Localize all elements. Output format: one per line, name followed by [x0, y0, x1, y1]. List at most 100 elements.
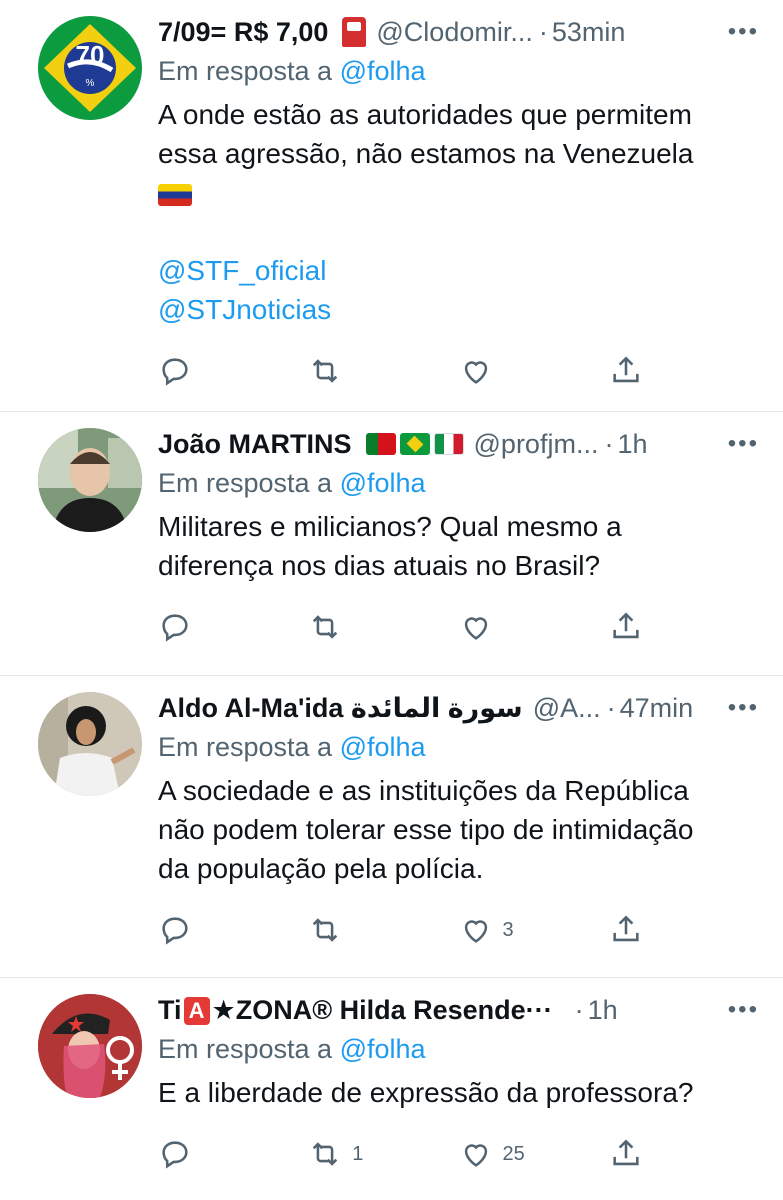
author-name[interactable]: Ti A ★ZONA® Hilda Resende···: [158, 995, 553, 1026]
separator-dot: ·: [574, 994, 584, 1025]
like-count: 3: [502, 918, 514, 941]
reply-button[interactable]: [158, 913, 308, 947]
author-name-suffix: ★ZONA® Hilda Resende: [211, 994, 526, 1025]
like-icon: [464, 920, 487, 943]
tweet-text: E a liberdade de expressão da professora…: [158, 1073, 759, 1112]
name-ellipsis: ···: [525, 994, 553, 1025]
author-name[interactable]: João MARTINS: [158, 429, 352, 460]
tweet-text-line: essa agressão, não estamos na Venezuela: [158, 138, 694, 169]
avatar[interactable]: 70 %: [38, 16, 142, 120]
retweet-button[interactable]: [308, 610, 458, 644]
tweet-actions: [158, 595, 759, 659]
share-icon: [613, 356, 639, 383]
retweet-icon: [313, 1142, 338, 1166]
like-button[interactable]: 25: [459, 1137, 609, 1171]
tweet-text-line: diferença nos dias atuais no Brasil?: [158, 550, 601, 581]
reply-prefix: Em resposta a: [158, 1034, 333, 1064]
tweet-text-line: Militares e milicianos? Qual mesmo a: [158, 511, 622, 542]
retweet-button[interactable]: [308, 354, 458, 388]
tweet-text: A onde estão as autoridades que permitem…: [158, 95, 759, 329]
reply-button[interactable]: [158, 354, 308, 388]
author-name-prefix: Ti: [158, 994, 182, 1025]
like-icon: [464, 617, 487, 640]
mention-link[interactable]: @STJnoticias: [158, 290, 759, 329]
reply-prefix: Em resposta a: [158, 56, 333, 86]
like-button[interactable]: 3: [459, 913, 609, 947]
retweet-icon: [313, 615, 338, 639]
separator-dot: ·: [538, 16, 548, 47]
share-icon: [613, 1139, 639, 1166]
red-a-badge-icon: A: [183, 997, 210, 1026]
like-icon: [464, 1144, 487, 1167]
svg-text:70: 70: [76, 40, 105, 70]
share-button[interactable]: [609, 354, 759, 388]
tweet-text: A sociedade e as instituições da Repúbli…: [158, 771, 759, 888]
reply-button[interactable]: [158, 610, 308, 644]
svg-text:%: %: [86, 78, 95, 89]
more-options-icon[interactable]: •••: [714, 694, 759, 722]
tweet[interactable]: João MARTINS @profjm... · 1h ••• Em resp…: [0, 412, 783, 676]
avatar[interactable]: [38, 994, 142, 1098]
tweet-actions: [158, 339, 759, 403]
venezuela-flag-icon: [158, 183, 192, 206]
reply-to-link[interactable]: @folha: [340, 1034, 426, 1064]
fuel-pump-icon: [342, 17, 367, 47]
author-handle[interactable]: @A...: [533, 693, 601, 724]
author-handle[interactable]: @profjm...: [474, 429, 599, 460]
tweet-text-line: A onde estão as autoridades que permitem: [158, 99, 692, 130]
portugal-flag-icon: [365, 433, 396, 455]
like-button[interactable]: [459, 610, 609, 644]
tweet[interactable]: Ti A ★ZONA® Hilda Resende··· · 1h ••• Em r…: [0, 978, 783, 1200]
reply-context: Em resposta a @folha: [158, 1034, 759, 1065]
avatar[interactable]: [38, 692, 142, 796]
retweet-count: 1: [352, 1142, 364, 1165]
tweet-text-line: E a liberdade de expressão da professora…: [158, 1077, 694, 1108]
timestamp[interactable]: 1h: [588, 995, 618, 1026]
timestamp[interactable]: 1h: [617, 429, 647, 460]
reply-to-link[interactable]: @folha: [340, 468, 426, 498]
reply-icon: [162, 1141, 188, 1169]
retweet-icon: [313, 359, 338, 383]
timestamp[interactable]: 47min: [620, 693, 694, 724]
retweet-button[interactable]: 1: [308, 1137, 458, 1171]
reply-icon: [162, 614, 188, 642]
author-handle[interactable]: @Clodomir...: [376, 17, 532, 48]
separator-dot: ·: [604, 428, 614, 459]
more-options-icon[interactable]: •••: [714, 18, 759, 46]
tweet-text-line: da população pela polícia.: [158, 853, 484, 884]
avatar[interactable]: [38, 428, 142, 532]
mention-link[interactable]: @STF_oficial: [158, 251, 759, 290]
reply-button[interactable]: [158, 1137, 308, 1171]
timestamp[interactable]: 53min: [552, 17, 626, 48]
tweet-text-line: A sociedade e as instituições da Repúbli…: [158, 775, 689, 806]
tweet[interactable]: Aldo Al-Ma'ida سورة المائدة @A... · 47mi…: [0, 676, 783, 978]
reply-icon: [162, 917, 188, 945]
more-options-icon[interactable]: •••: [714, 430, 759, 458]
like-button[interactable]: [459, 354, 609, 388]
share-button[interactable]: [609, 913, 759, 947]
reply-prefix: Em resposta a: [158, 468, 333, 498]
like-icon: [464, 361, 487, 384]
author-name[interactable]: Aldo Al-Ma'ida سورة المائدة: [158, 693, 523, 724]
brazil-flag-icon: [399, 433, 430, 455]
reply-to-link[interactable]: @folha: [340, 56, 426, 86]
separator-dot: ·: [606, 692, 616, 723]
tweet[interactable]: 70 % 7/09= R$ 7,00 @Clodomir... · 53min …: [0, 0, 783, 412]
share-icon: [613, 915, 639, 942]
author-name[interactable]: 7/09= R$ 7,00: [158, 17, 328, 48]
reply-context: Em resposta a @folha: [158, 56, 759, 87]
retweet-button[interactable]: [308, 913, 458, 947]
tweet-actions: 3: [158, 898, 759, 962]
share-button[interactable]: [609, 610, 759, 644]
reply-context: Em resposta a @folha: [158, 468, 759, 499]
italy-flag-icon: [433, 433, 464, 455]
tweet-actions: 1 25: [158, 1122, 759, 1186]
retweet-icon: [313, 918, 338, 942]
reply-prefix: Em resposta a: [158, 732, 333, 762]
share-button[interactable]: [609, 1137, 759, 1171]
reply-to-link[interactable]: @folha: [340, 732, 426, 762]
tweet-text: Militares e milicianos? Qual mesmo a dif…: [158, 507, 759, 585]
like-count: 25: [502, 1142, 525, 1165]
share-icon: [613, 612, 639, 639]
more-options-icon[interactable]: •••: [714, 996, 759, 1024]
